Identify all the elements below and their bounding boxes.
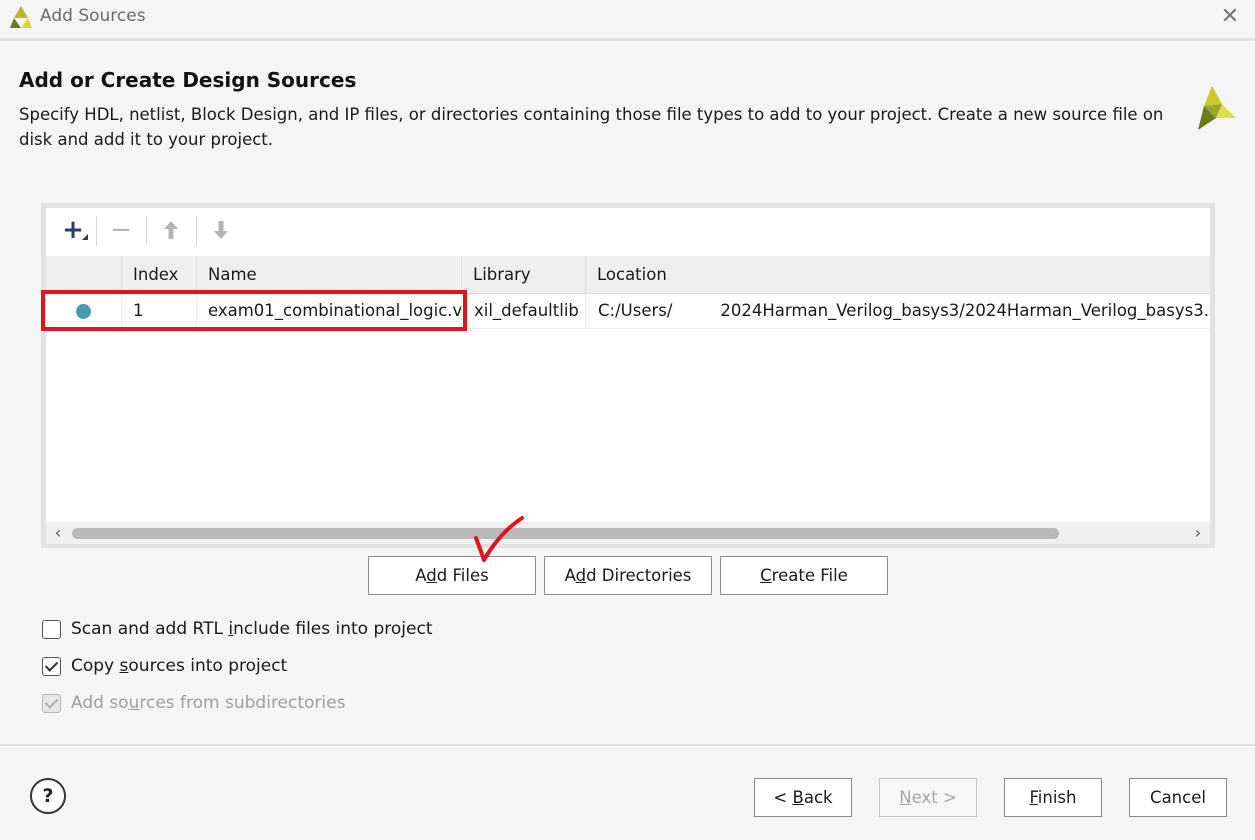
copy-sources-checkbox[interactable]: [42, 656, 61, 676]
add-directories-button[interactable]: Add Directories: [544, 556, 712, 595]
red-checkmark-annotation: [474, 516, 524, 562]
toolbar-divider: [96, 216, 97, 246]
copy-sources-option[interactable]: Copy sources into project: [42, 654, 287, 678]
remove-source-button[interactable]: −: [106, 208, 136, 252]
column-header-location[interactable]: Location: [585, 256, 1210, 293]
subdirectories-checkbox: [42, 693, 61, 713]
title-divider: [0, 38, 1255, 41]
minus-icon: −: [110, 215, 132, 245]
cancel-button[interactable]: Cancel: [1129, 778, 1227, 817]
copy-sources-label: Copy sources into project: [71, 656, 288, 676]
horizontal-scrollbar[interactable]: ‹ ›: [46, 522, 1210, 544]
toolbar-divider: [196, 216, 197, 246]
move-down-button[interactable]: [206, 208, 236, 252]
window-title: Add Sources: [40, 6, 146, 26]
plus-icon: +: [62, 215, 84, 245]
next-button: Next >: [879, 778, 977, 817]
help-button[interactable]: ?: [30, 778, 66, 814]
location-cell: C:/Users/2024Harman_Verilog_basys3/2024H…: [585, 294, 1210, 328]
title-bar: [0, 0, 1255, 38]
table-header: Index Name Library Location: [46, 256, 1210, 294]
dropdown-corner-icon: [82, 234, 88, 240]
scan-rtl-label: Scan and add RTL include files into proj…: [71, 619, 433, 639]
xilinx-brand-icon: [1198, 86, 1236, 130]
location-end: 2024Harman_Verilog_basys3/2024Harman_Ver…: [720, 301, 1210, 320]
scroll-left-icon[interactable]: ‹: [48, 522, 68, 544]
page-description: Specify HDL, netlist, Block Design, and …: [19, 105, 1164, 149]
arrow-down-icon: [214, 221, 228, 239]
subdirectories-label: Add sources from subdirectories: [71, 693, 346, 713]
page-title: Add or Create Design Sources: [19, 68, 357, 92]
column-header-status[interactable]: [46, 256, 121, 293]
column-header-name[interactable]: Name: [196, 256, 461, 293]
column-header-library[interactable]: Library: [461, 256, 585, 293]
row-highlight-annotation: [41, 290, 467, 331]
library-cell[interactable]: xil_defaultlib: [461, 294, 585, 328]
close-icon[interactable]: ✕: [1217, 4, 1243, 30]
arrow-up-icon: [164, 221, 178, 239]
add-source-button[interactable]: +: [56, 208, 90, 252]
back-button[interactable]: < Back: [754, 778, 852, 817]
scan-rtl-option[interactable]: Scan and add RTL include files into proj…: [42, 617, 433, 641]
finish-button[interactable]: Finish: [1004, 778, 1102, 817]
scrollbar-thumb[interactable]: [72, 528, 1059, 539]
toolbar-divider: [146, 216, 147, 246]
footer-divider: [0, 744, 1255, 746]
scan-rtl-checkbox[interactable]: [42, 619, 61, 639]
subdirectories-option: Add sources from subdirectories: [42, 691, 345, 715]
move-up-button[interactable]: [156, 208, 186, 252]
xilinx-logo-icon: [10, 6, 32, 28]
column-header-index[interactable]: Index: [121, 256, 196, 293]
location-start: C:/Users/: [598, 301, 673, 320]
create-file-button[interactable]: Create File: [720, 556, 888, 595]
scroll-right-icon[interactable]: ›: [1188, 522, 1208, 544]
